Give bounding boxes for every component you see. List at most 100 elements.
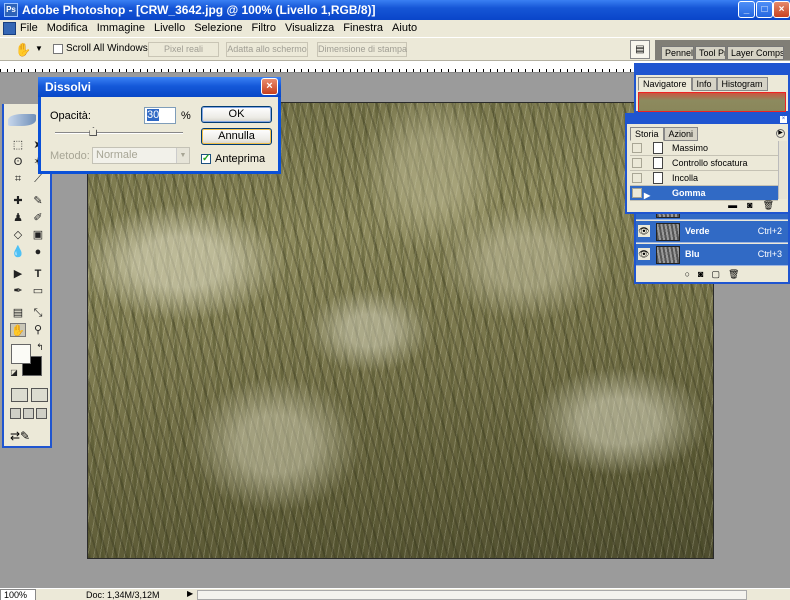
menu-file[interactable]: File bbox=[20, 22, 38, 34]
menu-filtro[interactable]: Filtro bbox=[252, 22, 276, 34]
navigator-thumbnail[interactable] bbox=[638, 92, 786, 112]
hand-tool-active-icon[interactable]: ✋ bbox=[10, 323, 26, 337]
standard-mode-button[interactable] bbox=[11, 388, 28, 402]
panel-menu-arrow-icon[interactable]: ▶ bbox=[776, 129, 785, 138]
panel-close-icon[interactable]: × bbox=[780, 116, 787, 123]
marquee-tool-icon[interactable]: ⬚ bbox=[10, 138, 26, 152]
delete-channel-icon[interactable]: 🗑 bbox=[728, 268, 739, 282]
dissolve-dialog: Dissolvi × Opacità: 30 % Metodo: Normale… bbox=[38, 77, 281, 174]
opacity-slider-track[interactable] bbox=[55, 132, 183, 134]
default-colors-icon[interactable]: ◪ bbox=[6, 366, 22, 380]
history-brush-tool-icon[interactable]: ✐ bbox=[30, 211, 46, 225]
blur-tool-icon[interactable]: 💧 bbox=[10, 245, 26, 259]
history-item[interactable]: Massimo bbox=[630, 141, 778, 156]
brush-tool-icon[interactable]: ✎ bbox=[30, 194, 46, 208]
palette-well: Pennell Tool Pr Layer Comps bbox=[655, 40, 790, 60]
new-snapshot-icon[interactable]: ◙ bbox=[747, 199, 752, 212]
new-document-from-state-icon[interactable]: ▬ bbox=[728, 199, 737, 212]
tab-info[interactable]: Info bbox=[691, 77, 717, 91]
swap-colors-icon[interactable]: ↰ bbox=[32, 340, 48, 354]
eyedropper-tool-icon[interactable]: ⤡ bbox=[30, 306, 46, 320]
tab-histogram[interactable]: Histogram bbox=[716, 77, 768, 91]
hand-tool-icon[interactable]: ✋ bbox=[15, 42, 31, 58]
eraser-tool-icon[interactable]: ◇ bbox=[10, 228, 26, 242]
tool-preset-chevron-icon[interactable]: ▼ bbox=[35, 44, 43, 53]
window-title: Adobe Photoshop - [CRW_3642.jpg @ 100% (… bbox=[22, 3, 376, 17]
slice-tool-icon[interactable]: ⟋ bbox=[30, 172, 46, 186]
visibility-eye-icon[interactable]: 👁 bbox=[638, 225, 650, 237]
notes-tool-icon[interactable]: ▤ bbox=[10, 306, 26, 320]
channel-name: Blu bbox=[685, 249, 700, 259]
tab-history[interactable]: Storia bbox=[630, 127, 664, 141]
cancel-button[interactable]: Annulla bbox=[201, 128, 272, 145]
history-scrollbar[interactable] bbox=[778, 141, 787, 199]
scroll-all-windows-checkbox[interactable] bbox=[53, 44, 63, 54]
path-selection-tool-icon[interactable]: ▶ bbox=[10, 267, 26, 281]
channel-row-green[interactable]: 👁 Verde Ctrl+2 bbox=[636, 221, 788, 243]
menu-immagine[interactable]: Immagine bbox=[97, 22, 145, 34]
opacity-value: 30 bbox=[147, 109, 160, 121]
dialog-close-button[interactable]: × bbox=[261, 78, 278, 95]
tab-navigator[interactable]: Navigatore bbox=[638, 77, 692, 91]
pen-tool-icon[interactable]: ✒ bbox=[10, 284, 26, 298]
gradient-tool-icon[interactable]: ▣ bbox=[30, 228, 46, 242]
full-screen-menu-mode-button[interactable] bbox=[23, 408, 34, 419]
print-size-button[interactable]: Dimensione di stampa bbox=[317, 42, 407, 57]
quick-mask-mode-button[interactable] bbox=[31, 388, 48, 402]
menu-finestra[interactable]: Finestra bbox=[343, 22, 383, 34]
type-tool-icon[interactable]: T bbox=[30, 267, 46, 281]
channels-footer: ○ ◙ ▢ 🗑 bbox=[636, 268, 788, 282]
channel-row-blue[interactable]: 👁 Blu Ctrl+3 bbox=[636, 244, 788, 266]
status-bar: 100% Doc: 1,34M/3,12M ▶ bbox=[0, 588, 790, 600]
zoom-level-field[interactable]: 100% bbox=[0, 589, 36, 600]
actual-pixels-button[interactable]: Pixel reali bbox=[148, 42, 219, 57]
menu-modifica[interactable]: Modifica bbox=[47, 22, 88, 34]
snapshot-source-box[interactable] bbox=[632, 143, 642, 153]
ok-button[interactable]: OK bbox=[201, 106, 272, 123]
minimize-button[interactable]: _ bbox=[738, 1, 755, 18]
shape-tool-icon[interactable]: ▭ bbox=[30, 284, 46, 298]
load-selection-icon[interactable]: ○ bbox=[685, 268, 690, 282]
clone-stamp-tool-icon[interactable]: ♟ bbox=[10, 211, 26, 225]
standard-screen-mode-button[interactable] bbox=[10, 408, 21, 419]
menu-aiuto[interactable]: Aiuto bbox=[392, 22, 417, 34]
menu-selezione[interactable]: Selezione bbox=[194, 22, 242, 34]
healing-brush-tool-icon[interactable]: ✚ bbox=[10, 194, 26, 208]
opacity-input[interactable]: 30 bbox=[144, 107, 176, 124]
tab-layer-comps[interactable]: Layer Comps bbox=[727, 46, 784, 60]
close-button[interactable]: × bbox=[773, 1, 790, 18]
history-item[interactable]: Incolla bbox=[630, 171, 778, 186]
menu-visualizza[interactable]: Visualizza bbox=[285, 22, 334, 34]
method-value: Normale bbox=[96, 149, 138, 161]
jump-to-imageready-icon[interactable]: ⇄✎ bbox=[10, 429, 46, 444]
snapshot-source-box[interactable] bbox=[632, 188, 642, 198]
tab-brushes[interactable]: Pennell bbox=[661, 46, 694, 60]
document-icon[interactable] bbox=[3, 22, 16, 35]
history-item[interactable]: Controllo sfocatura bbox=[630, 156, 778, 171]
palette-well-icon[interactable]: ▤ bbox=[630, 40, 650, 59]
opacity-slider-thumb[interactable] bbox=[89, 127, 98, 136]
horizontal-scrollbar[interactable] bbox=[197, 590, 747, 600]
history-state-icon bbox=[653, 157, 663, 169]
status-menu-arrow-icon[interactable]: ▶ bbox=[187, 589, 193, 598]
new-channel-icon[interactable]: ▢ bbox=[711, 268, 720, 282]
snapshot-source-box[interactable] bbox=[632, 173, 642, 183]
method-select: Normale ▼ bbox=[92, 147, 190, 164]
visibility-eye-icon[interactable]: 👁 bbox=[638, 248, 650, 260]
save-selection-icon[interactable]: ◙ bbox=[698, 268, 703, 282]
lasso-tool-icon[interactable]: ʘ bbox=[10, 155, 26, 169]
maximize-button[interactable]: □ bbox=[756, 1, 773, 18]
snapshot-source-box[interactable] bbox=[632, 158, 642, 168]
zoom-tool-icon[interactable]: ⚲ bbox=[30, 323, 46, 337]
full-screen-mode-button[interactable] bbox=[36, 408, 47, 419]
dodge-tool-icon[interactable]: ● bbox=[30, 245, 46, 259]
delete-state-icon[interactable]: 🗑 bbox=[763, 199, 774, 212]
foreground-color-swatch[interactable] bbox=[11, 344, 31, 364]
menu-livello[interactable]: Livello bbox=[154, 22, 185, 34]
preview-checkbox[interactable]: ✓ bbox=[201, 154, 211, 164]
tab-tool-presets[interactable]: Tool Pr bbox=[695, 46, 726, 60]
tab-actions[interactable]: Azioni bbox=[663, 127, 699, 141]
opacity-label: Opacità: bbox=[50, 110, 91, 122]
crop-tool-icon[interactable]: ⌗ bbox=[10, 172, 26, 186]
fit-screen-button[interactable]: Adatta allo schermo bbox=[226, 42, 308, 57]
